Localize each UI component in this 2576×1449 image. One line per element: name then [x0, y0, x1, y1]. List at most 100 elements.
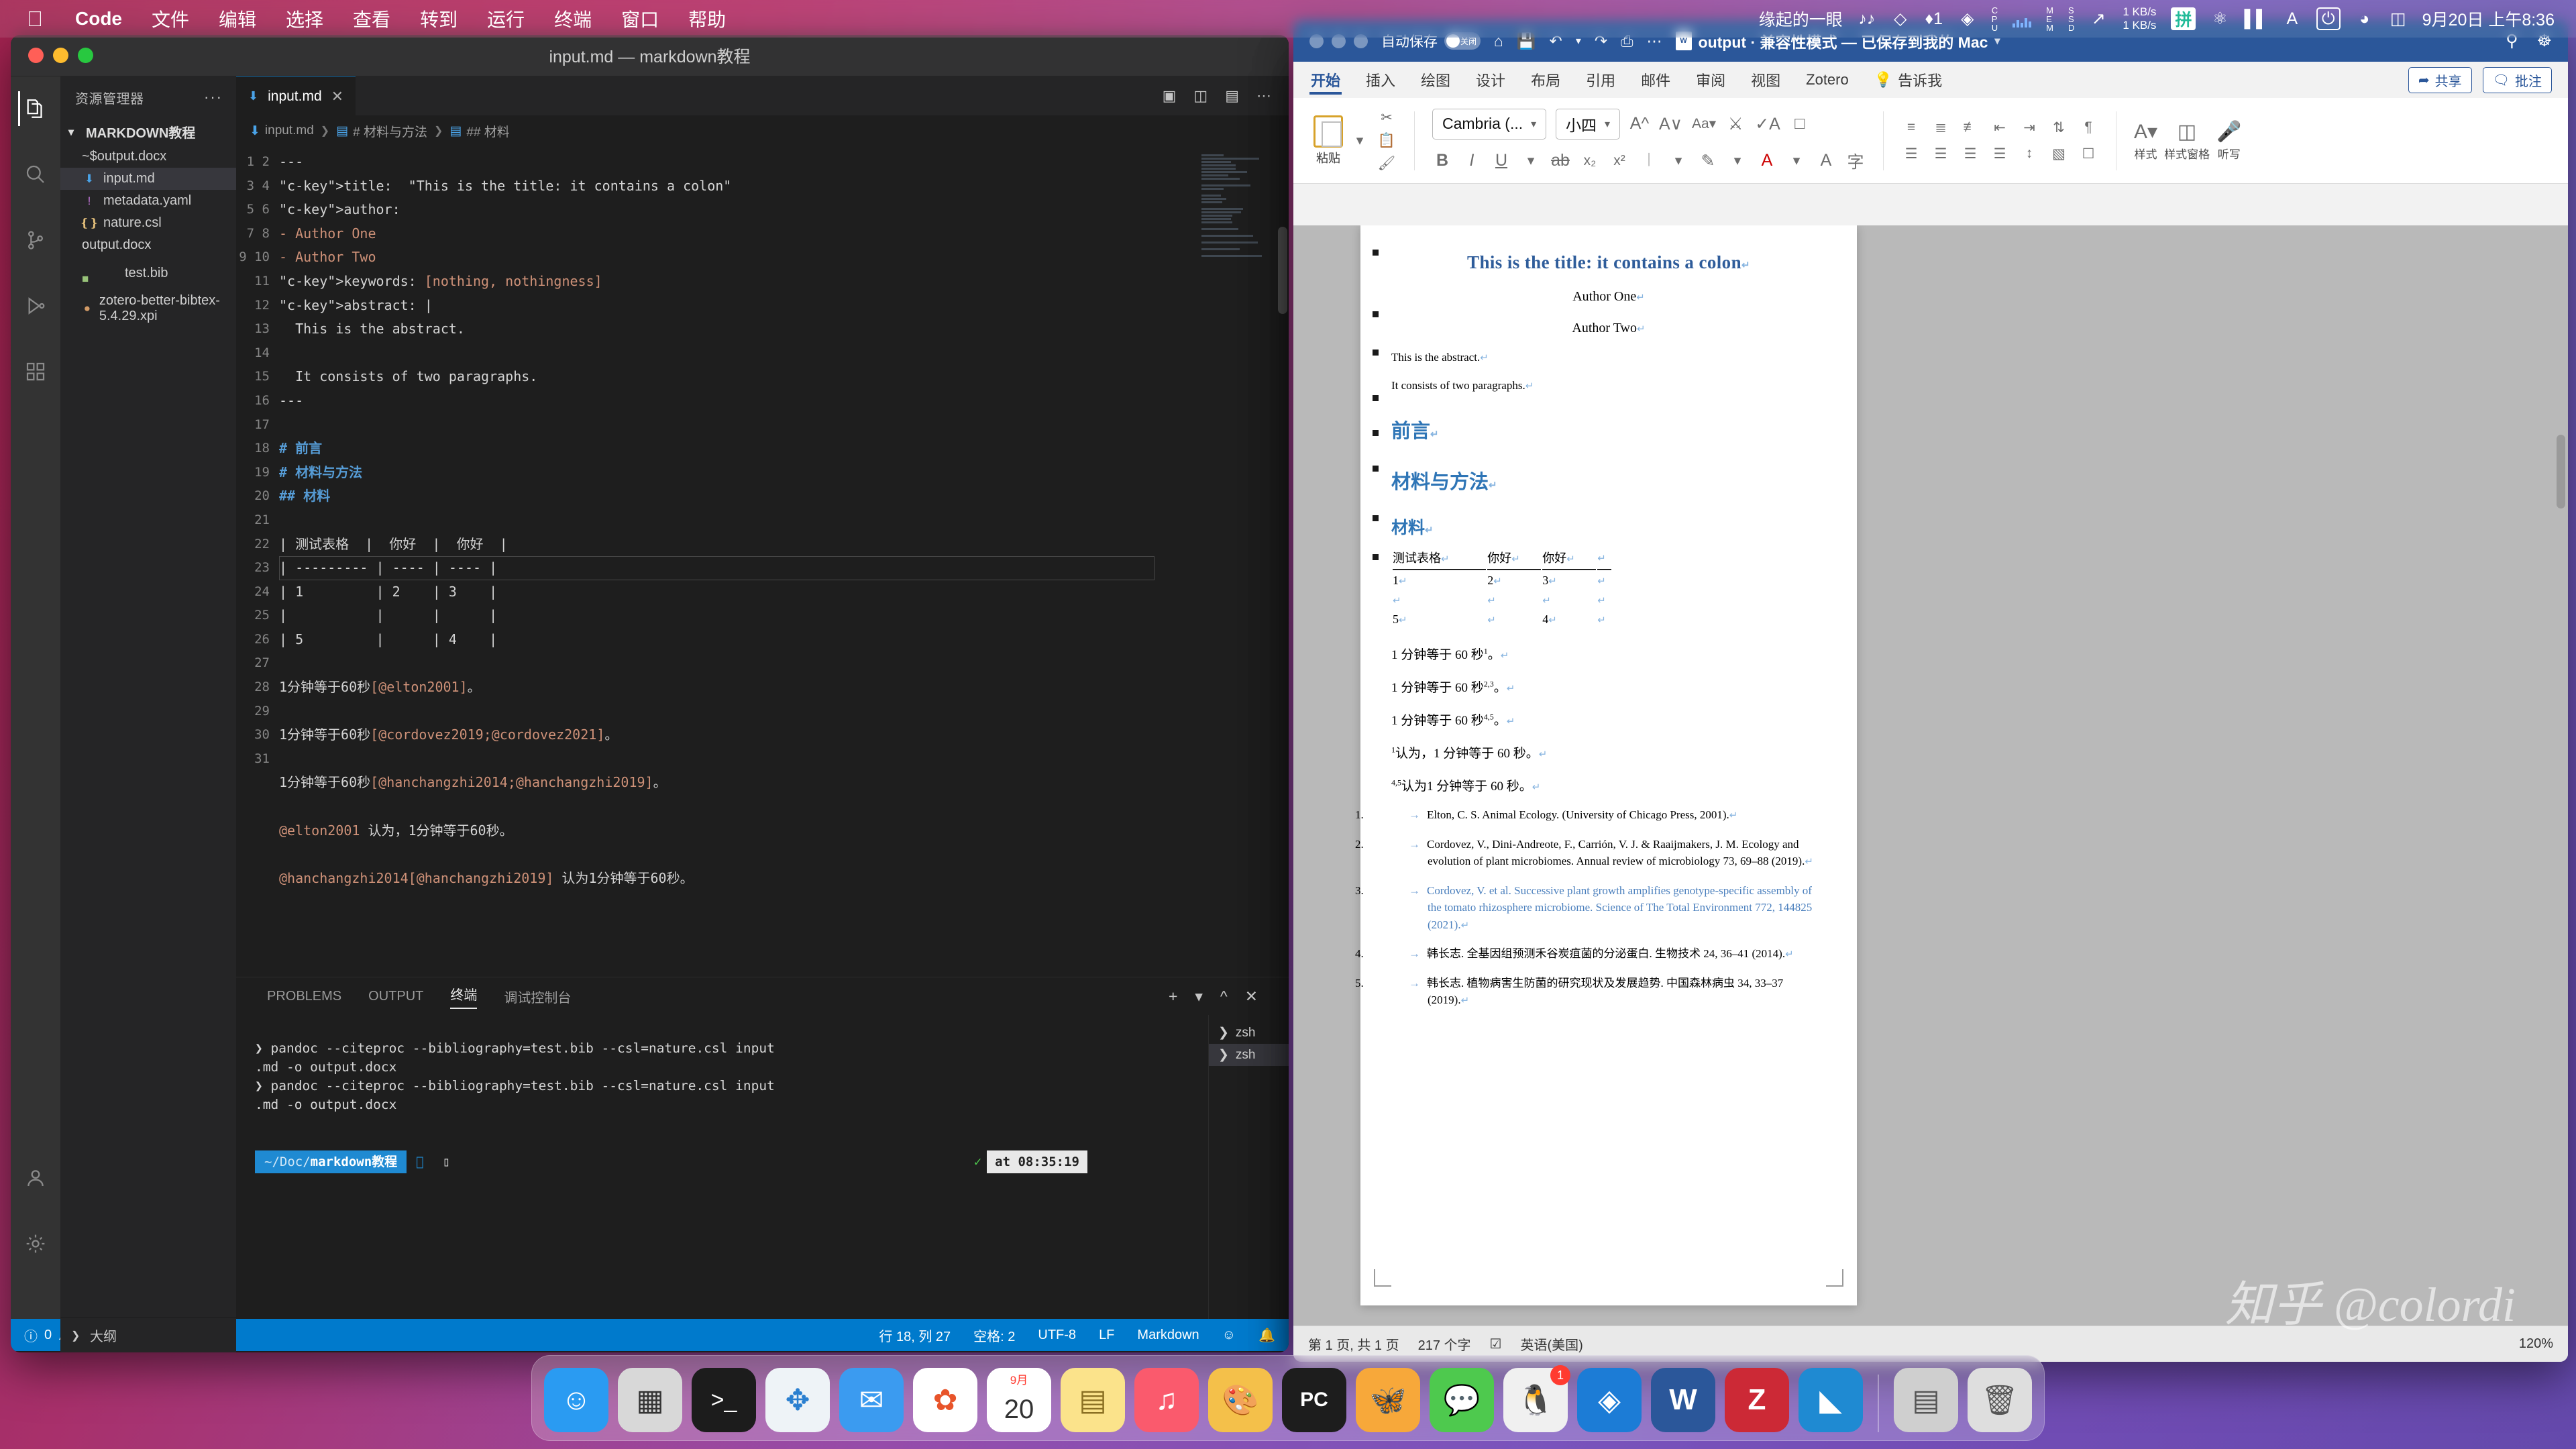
- ribbon-tab-mailings[interactable]: 邮件: [1640, 65, 1672, 95]
- chevron-right-icon[interactable]: ❯: [71, 1329, 83, 1342]
- new-terminal-icon[interactable]: +: [1169, 987, 1177, 1006]
- align-right-icon[interactable]: ☰: [1960, 146, 1980, 162]
- chevron-down-icon[interactable]: ▾: [1786, 152, 1807, 169]
- dock-item-butterfly-app[interactable]: 🦋: [1356, 1368, 1420, 1432]
- outline-section[interactable]: ❯ 大纲: [60, 1318, 236, 1352]
- close-icon[interactable]: ✕: [331, 88, 343, 105]
- chevron-down-icon[interactable]: ▾: [1521, 152, 1541, 169]
- breadcrumb-section-2[interactable]: ▤ ## 材料: [449, 122, 509, 140]
- menu-item-view[interactable]: 查看: [338, 5, 405, 32]
- minimap[interactable]: [1201, 153, 1275, 354]
- run-debug-icon[interactable]: [18, 288, 53, 323]
- input-method-icon[interactable]: 拼: [2171, 7, 2196, 30]
- font-name-select[interactable]: Cambria (... ▾: [1432, 108, 1546, 140]
- file-item-output-tmp[interactable]: W ~$output.docx: [60, 146, 236, 168]
- show-marks-icon[interactable]: ¶: [2078, 119, 2098, 136]
- ribbon-tab-tell-me[interactable]: 💡 告诉我: [1873, 65, 1943, 95]
- fox-icon[interactable]: ◇: [1891, 7, 1910, 30]
- dock-item-preview[interactable]: 🎨: [1208, 1368, 1273, 1432]
- clock[interactable]: 9月20日 上午8:36: [2422, 7, 2555, 31]
- chevron-down-icon[interactable]: ▾: [1727, 152, 1748, 169]
- explorer-icon[interactable]: [18, 91, 53, 126]
- menu-item-edit[interactable]: 编辑: [204, 5, 271, 32]
- justify-icon[interactable]: ☰: [1990, 146, 2010, 162]
- maximize-panel-icon[interactable]: ^: [1220, 987, 1228, 1006]
- change-case-icon[interactable]: Aa▾: [1692, 115, 1716, 132]
- ribbon-tab-layout[interactable]: 布局: [1529, 65, 1562, 95]
- volume-icon[interactable]: ▌▌: [2244, 7, 2267, 30]
- penguin-icon[interactable]: ♦1: [1925, 7, 1943, 30]
- breadcrumb-section-1[interactable]: ▤ # 材料与方法: [336, 122, 427, 140]
- italic-icon[interactable]: I: [1462, 151, 1482, 170]
- dock-item-trash[interactable]: 🗑: [1968, 1368, 2032, 1432]
- underline-icon[interactable]: U: [1491, 151, 1511, 170]
- phonetic-guide-icon[interactable]: 字: [1845, 149, 1866, 173]
- tab-problems[interactable]: PROBLEMS: [267, 989, 341, 1004]
- word-scrollbar[interactable]: [2557, 435, 2565, 508]
- settings-gear-icon[interactable]: [18, 1226, 53, 1261]
- word-document-canvas[interactable]: This is the title: it contains a colon ↵ …: [1293, 225, 2568, 1326]
- file-item-metadata-yaml[interactable]: ! metadata.yaml: [60, 190, 236, 212]
- status-user-name[interactable]: 缘起的一眼: [1759, 7, 1843, 31]
- bell-icon[interactable]: 🔔: [1258, 1327, 1275, 1344]
- explorer-more-icon[interactable]: ···: [204, 89, 223, 106]
- shading-icon[interactable]: ▧: [2049, 146, 2069, 162]
- ribbon-tab-review[interactable]: 审阅: [1695, 65, 1727, 95]
- font-color-icon[interactable]: A: [1757, 151, 1777, 170]
- proofing-icon[interactable]: ☑: [1490, 1336, 1502, 1352]
- share-button[interactable]: ➦ 共享: [2408, 66, 2472, 93]
- word-window[interactable]: 自动保存 关闭 ⌂ 💾 ↶ ▾ ↷ ⎙ ⋯ W output · 兼容性模式 —…: [1293, 20, 2568, 1362]
- ribbon-tab-references[interactable]: 引用: [1585, 65, 1617, 95]
- search-icon[interactable]: [18, 157, 53, 192]
- status-encoding[interactable]: UTF-8: [1038, 1328, 1076, 1343]
- breadcrumb-file[interactable]: ⬇ input.md: [250, 123, 314, 139]
- menu-item-code[interactable]: Code: [60, 8, 137, 30]
- font-size-select[interactable]: 小四 ▾: [1556, 108, 1620, 140]
- spelling-icon[interactable]: ✓A: [1755, 114, 1780, 134]
- status-language-mode[interactable]: Markdown: [1137, 1328, 1199, 1343]
- clear-formatting-icon[interactable]: ⚔: [1725, 114, 1746, 134]
- dock-item-terminal[interactable]: >_: [692, 1368, 756, 1432]
- character-border-icon[interactable]: □: [1790, 114, 1810, 133]
- dock-item-mail[interactable]: ✉: [839, 1368, 904, 1432]
- keyboard-layout-icon[interactable]: A: [2283, 7, 2302, 30]
- file-item-test-bib[interactable]: ■ test.bib: [60, 256, 236, 290]
- source-control-icon[interactable]: [18, 223, 53, 258]
- ribbon-tab-insert[interactable]: 插入: [1364, 65, 1397, 95]
- editor-more-icon[interactable]: ⋯: [1256, 87, 1271, 105]
- drop-icon[interactable]: ◈: [1958, 7, 1977, 30]
- increase-indent-icon[interactable]: ⇥: [2019, 119, 2039, 136]
- chevron-down-icon[interactable]: ▾: [68, 125, 80, 139]
- terminal-instance[interactable]: ❯ zsh: [1209, 1022, 1289, 1044]
- file-item-nature-csl[interactable]: ❴❵ nature.csl: [60, 212, 236, 234]
- music-note-icon[interactable]: ♪♪: [1858, 7, 1876, 30]
- dock-item-qq[interactable]: 🐧 1: [1503, 1365, 1570, 1432]
- dock-item-finder[interactable]: ☺: [544, 1368, 608, 1432]
- dock-item-safari[interactable]: ✥: [765, 1368, 830, 1432]
- dictate-button[interactable]: 🎤 听写: [2216, 120, 2241, 162]
- ribbon-tab-draw[interactable]: 绘图: [1419, 65, 1452, 95]
- dock-item-music[interactable]: ♫: [1134, 1368, 1199, 1432]
- text-effects-icon[interactable]: 𝄀: [1639, 151, 1659, 170]
- align-left-icon[interactable]: ☰: [1901, 146, 1921, 162]
- decrease-font-size-icon[interactable]: A∨: [1659, 114, 1682, 134]
- subscript-icon[interactable]: x₂: [1580, 153, 1600, 169]
- comment-button[interactable]: 🗨 批注: [2482, 66, 2552, 93]
- dock-item-downloads[interactable]: ▤: [1894, 1368, 1958, 1432]
- open-preview-icon[interactable]: ▣: [1163, 87, 1177, 105]
- file-item-output-docx[interactable]: W output.docx: [60, 234, 236, 256]
- ribbon-tab-home[interactable]: 开始: [1309, 65, 1342, 95]
- chevron-down-icon[interactable]: ▾: [1350, 132, 1370, 149]
- wifi-icon[interactable]: ◕: [2355, 7, 2374, 30]
- code-content[interactable]: --- "c-key">title: "This is the title: i…: [279, 146, 1289, 977]
- ribbon-tab-design[interactable]: 设计: [1474, 65, 1507, 95]
- bulleted-list-icon[interactable]: ≡: [1901, 119, 1921, 136]
- battery-icon[interactable]: ⏻: [2316, 7, 2341, 30]
- control-center-icon[interactable]: ◫: [2389, 7, 2408, 30]
- styles-button[interactable]: A▾ 样式: [2134, 120, 2157, 162]
- superscript-icon[interactable]: x²: [1609, 153, 1629, 169]
- tab-input-md[interactable]: ⬇ input.md ✕: [236, 76, 356, 115]
- explorer-folder-row[interactable]: ▾ MARKDOWN教程: [60, 118, 236, 146]
- borders-icon[interactable]: ☐: [2078, 146, 2098, 162]
- cpu-graph-icon[interactable]: [2012, 10, 2032, 28]
